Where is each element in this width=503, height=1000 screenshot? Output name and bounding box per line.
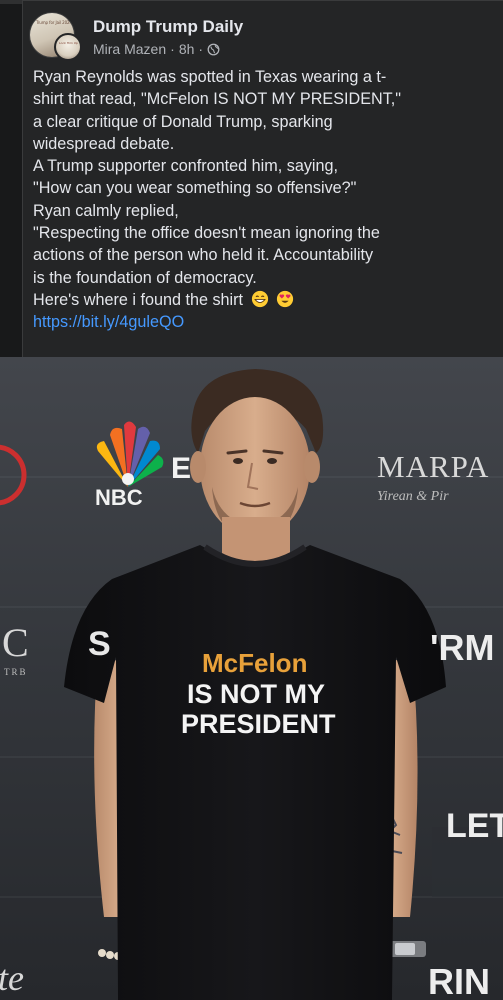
backdrop-logo-marpa: MARPA [377, 449, 490, 484]
post-text-line: "How can you wear something so offensive… [33, 179, 357, 198]
post-text-line: Here's where i found the shirt [33, 290, 244, 309]
heart-eyes-face-icon [276, 290, 294, 308]
globe-icon[interactable] [207, 43, 220, 56]
shirt-brand-text: McFelon [202, 648, 308, 678]
author-avatar[interactable]: Lock Him Up [54, 33, 82, 61]
meta-separator: · [170, 41, 175, 57]
post-photo[interactable]: NBC E MARPA Y‍ir‍ea‍n & Pi‍r C TRB S 'RM… [0, 357, 503, 1000]
meta-separator-2: · [198, 41, 204, 57]
post-text-line: shirt that read, "McFelon IS NOT MY PRES… [33, 90, 402, 109]
post-text-line: is the foundation of democracy. [33, 268, 257, 287]
author-name-link[interactable]: Mira Mazen [93, 41, 166, 57]
backdrop-logo-s: S [88, 625, 111, 663]
post-meta: Mira Mazen · 8h · [93, 41, 220, 57]
post-timestamp[interactable]: 8h [179, 41, 195, 57]
backdrop-logo-te: te [0, 958, 24, 998]
post-text-line: Ryan Reynolds was spotted in Texas weari… [33, 68, 387, 86]
avatar-sub-caption: Lock Him Up [59, 41, 78, 45]
backdrop-logo-marpa-sub: Y‍ir‍ea‍n & Pi‍r [377, 489, 449, 504]
backdrop-logo-tiny: TRB [4, 667, 28, 677]
shirt-link[interactable]: https://bit.ly/4guleQO [33, 311, 483, 333]
post-text-line: Ryan calmly replied, [33, 201, 179, 220]
backdrop-logo-rin: RIN [428, 961, 490, 1000]
backdrop-logo-e: E [171, 452, 192, 485]
page-avatar[interactable]: Trump for Jail 2024 Lock Him Up [30, 13, 82, 61]
grinning-face-icon [251, 290, 268, 308]
shirt-line-1: IS NOT MY [187, 679, 326, 709]
post-text-line: actions of the person who held it. Accou… [33, 246, 374, 265]
post-text-line: "Respecting the office doesn't mean igno… [33, 224, 380, 243]
backdrop-logo-let: LET [446, 807, 503, 845]
shirt-line-2: PRESIDENT [181, 709, 336, 739]
backdrop-logo-nbc: NBC [95, 485, 143, 510]
post-text-line: widespread debate. [33, 134, 175, 153]
post-text-line: a clear critique of Donald Trump, sparki… [33, 112, 333, 131]
post-text: Ryan Reynolds was spotted in Texas weari… [33, 66, 483, 334]
avatar-caption: Trump for Jail 2024 [36, 20, 72, 25]
post-text-line: A Trump supporter confronted him, saying… [33, 157, 339, 176]
post-text-line-with-emoji: Here's where i found the shirt [33, 289, 483, 311]
backdrop-logo-rm: 'RM [430, 627, 495, 668]
backdrop-logo-c: C [2, 620, 29, 665]
page-name-link[interactable]: Dump Trump Daily [93, 17, 243, 37]
